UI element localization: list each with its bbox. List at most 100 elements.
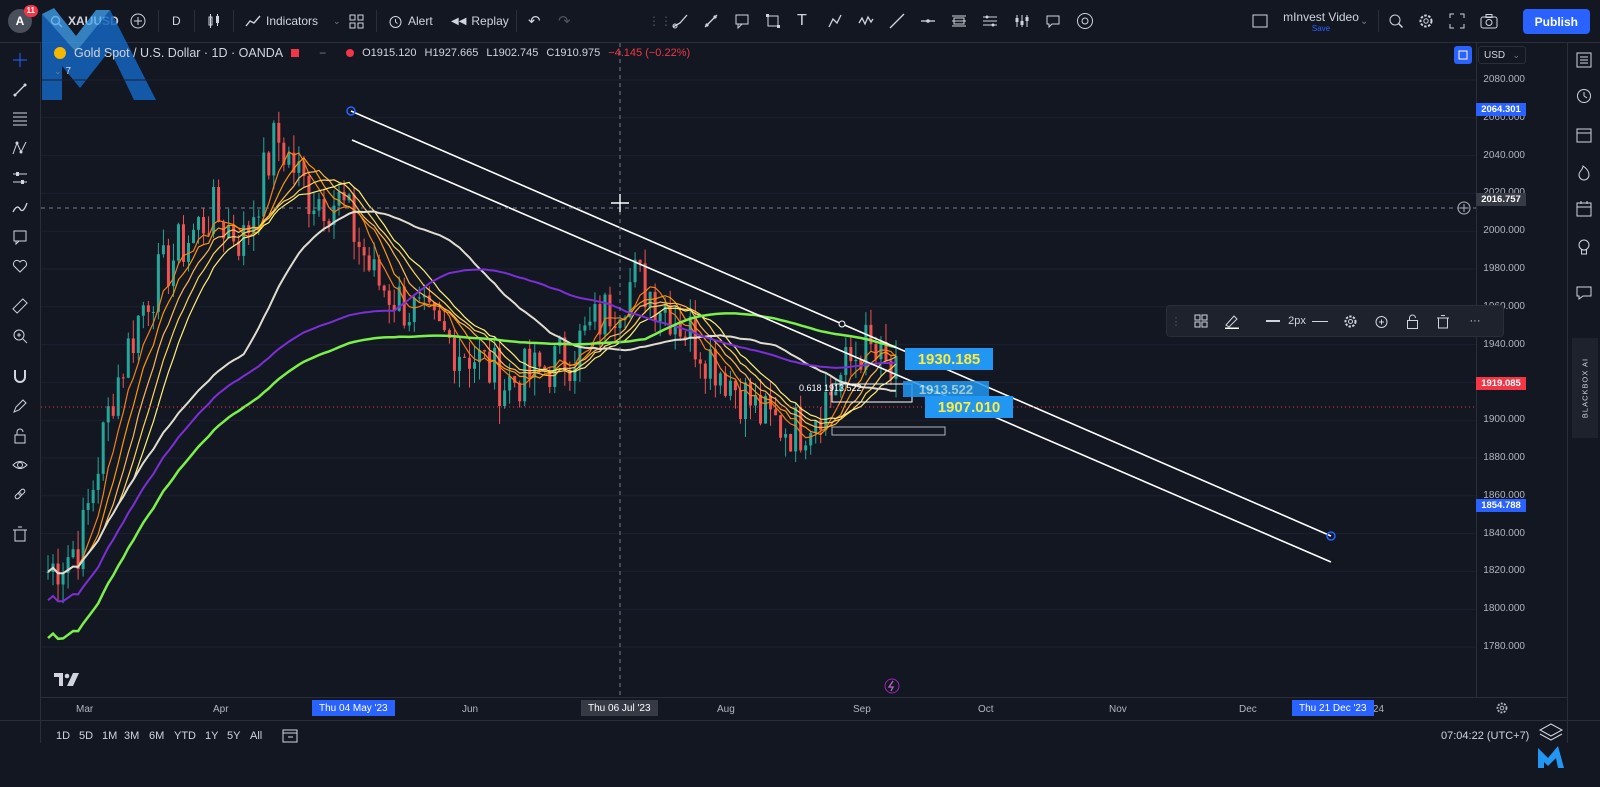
settings-button[interactable] bbox=[1418, 9, 1434, 33]
replay-button[interactable]: ◀◀ Replay bbox=[451, 9, 509, 33]
publish-button[interactable]: Publish bbox=[1522, 9, 1590, 34]
fib-retracement-tool[interactable] bbox=[9, 107, 31, 129]
more-options-button[interactable]: ··· bbox=[1463, 313, 1487, 329]
range-button-1m[interactable]: 1M bbox=[102, 730, 117, 742]
range-button-6m[interactable]: 6M bbox=[149, 730, 164, 742]
candle-body bbox=[603, 294, 607, 335]
layout-menu-chevron-icon[interactable]: ⌄ bbox=[1360, 9, 1368, 33]
line-tool[interactable] bbox=[9, 79, 31, 101]
range-button-ytd[interactable]: YTD bbox=[174, 730, 196, 742]
range-button-1d[interactable]: 1D bbox=[56, 730, 70, 742]
sync-drawings[interactable] bbox=[9, 483, 31, 505]
stay-in-draw-mode[interactable] bbox=[9, 395, 31, 417]
line-style-button[interactable] bbox=[1309, 313, 1331, 329]
indicators-toggle[interactable]: ⌄ 7 bbox=[54, 66, 71, 77]
price-chart[interactable] bbox=[41, 43, 1476, 695]
chart-type-button[interactable] bbox=[207, 9, 221, 33]
calendar-button[interactable] bbox=[1574, 199, 1594, 219]
range-button-5d[interactable]: 5D bbox=[79, 730, 93, 742]
note-tool[interactable] bbox=[1045, 9, 1061, 33]
quick-search-button[interactable] bbox=[1388, 9, 1404, 33]
legend-collapse-icon[interactable]: − bbox=[319, 46, 326, 60]
zoom-tool[interactable] bbox=[9, 325, 31, 347]
line-color-button[interactable] bbox=[1221, 313, 1243, 329]
candle-body bbox=[713, 349, 717, 386]
symbol-title[interactable]: Gold Spot / U.S. Dollar · 1D · OANDA bbox=[74, 46, 283, 60]
auto-scale-button[interactable] bbox=[1454, 46, 1472, 64]
clock-timezone[interactable]: 07:04:22 (UTC+7) bbox=[1441, 730, 1529, 742]
pattern-tool[interactable] bbox=[9, 137, 31, 159]
range-button-1y[interactable]: 1Y bbox=[205, 730, 218, 742]
candle-body bbox=[101, 422, 105, 474]
visibility-tool[interactable] bbox=[1076, 9, 1094, 33]
text-note-tool[interactable] bbox=[9, 226, 31, 248]
prediction-tool[interactable] bbox=[9, 167, 31, 189]
indicators-button[interactable]: Indicators ⌄ bbox=[245, 9, 341, 33]
zoom-in-icon bbox=[13, 329, 28, 344]
channel-tool[interactable] bbox=[982, 9, 998, 33]
templates-button[interactable] bbox=[1191, 313, 1211, 329]
level-label-upper[interactable]: 1930.185 bbox=[905, 348, 993, 370]
magnet-tool[interactable] bbox=[9, 365, 31, 387]
range-button-all[interactable]: All bbox=[250, 730, 262, 742]
settings-button[interactable] bbox=[1339, 313, 1361, 329]
level-label-middle[interactable]: 1913.522 bbox=[903, 381, 989, 397]
lock-drawings[interactable] bbox=[9, 425, 31, 447]
text-tool[interactable]: T bbox=[797, 9, 807, 33]
pencil-tool[interactable] bbox=[672, 9, 690, 33]
indicator-count: 7 bbox=[65, 66, 72, 77]
favorites-tool[interactable] bbox=[9, 255, 31, 277]
time-axis-settings[interactable] bbox=[1495, 701, 1509, 718]
user-avatar[interactable]: A 11 bbox=[8, 5, 38, 33]
measure-tool[interactable] bbox=[1014, 9, 1030, 33]
trendline-tool[interactable] bbox=[703, 9, 719, 33]
blackbox-ai-panel[interactable]: BLACKBOX AI bbox=[1572, 338, 1598, 438]
range-button-3m[interactable]: 3M bbox=[124, 730, 139, 742]
fib-tool[interactable] bbox=[951, 9, 967, 33]
redo-button[interactable]: ↷ bbox=[558, 9, 571, 33]
candle-body bbox=[738, 390, 742, 419]
horizontal-line-tool[interactable] bbox=[920, 9, 936, 33]
candle-body bbox=[86, 503, 90, 510]
drag-handle-icon[interactable]: ⋮⋮ bbox=[648, 9, 672, 33]
hide-drawings[interactable] bbox=[9, 454, 31, 476]
interval-button[interactable]: D bbox=[172, 9, 181, 33]
delete-drawing-button[interactable] bbox=[1432, 313, 1454, 329]
line-width-button[interactable]: 2px bbox=[1255, 313, 1317, 329]
time-highlight-label: Thu 21 Dec '23 bbox=[1292, 700, 1374, 716]
drag-handle-icon[interactable]: ⋮ bbox=[1171, 313, 1182, 329]
goto-date-button[interactable] bbox=[282, 728, 298, 746]
price-axis[interactable]: 2080.0002060.0002040.0002020.0002000.000… bbox=[1476, 43, 1569, 697]
crosshair-tool[interactable] bbox=[9, 49, 31, 71]
hotlists-button[interactable] bbox=[1574, 163, 1594, 183]
layout-name[interactable]: mInvest Video Save bbox=[1281, 10, 1361, 33]
alert-button[interactable]: Alert bbox=[388, 9, 433, 33]
range-button-5y[interactable]: 5Y bbox=[227, 730, 240, 742]
alerts-button[interactable] bbox=[1574, 85, 1594, 105]
callout-tool[interactable] bbox=[734, 9, 750, 33]
interval-label: D bbox=[172, 14, 181, 28]
ray-icon bbox=[889, 13, 905, 29]
remove-drawings[interactable] bbox=[9, 523, 31, 545]
level-label-lower[interactable]: 1907.010 bbox=[925, 396, 1013, 418]
brush-tool[interactable] bbox=[9, 197, 31, 219]
candle-body bbox=[462, 356, 466, 358]
templates-button[interactable] bbox=[349, 9, 364, 33]
chats-button[interactable] bbox=[1574, 283, 1594, 303]
wave-tool[interactable] bbox=[858, 9, 874, 33]
watchlist-button[interactable] bbox=[1574, 50, 1594, 70]
undo-button[interactable]: ↶ bbox=[528, 9, 541, 33]
time-axis[interactable]: Mar Apr Jun Aug Sep Oct Nov Dec '24 Thu 04 May '2… bbox=[41, 697, 1568, 719]
snapshot-button[interactable] bbox=[1480, 9, 1498, 33]
ray-tool[interactable] bbox=[889, 9, 905, 33]
rectangle-tool[interactable] bbox=[765, 9, 781, 33]
fullscreen-button[interactable] bbox=[1449, 9, 1465, 33]
alert-on-drawing-button[interactable] bbox=[1370, 313, 1392, 329]
ideas-button[interactable] bbox=[1574, 237, 1594, 257]
layout-selector[interactable] bbox=[1252, 9, 1268, 33]
path-tool[interactable] bbox=[827, 9, 843, 33]
lock-drawing-button[interactable] bbox=[1401, 313, 1423, 329]
data-window-button[interactable] bbox=[1574, 125, 1594, 145]
ruler-tool[interactable] bbox=[9, 295, 31, 317]
candle-body bbox=[854, 359, 858, 362]
